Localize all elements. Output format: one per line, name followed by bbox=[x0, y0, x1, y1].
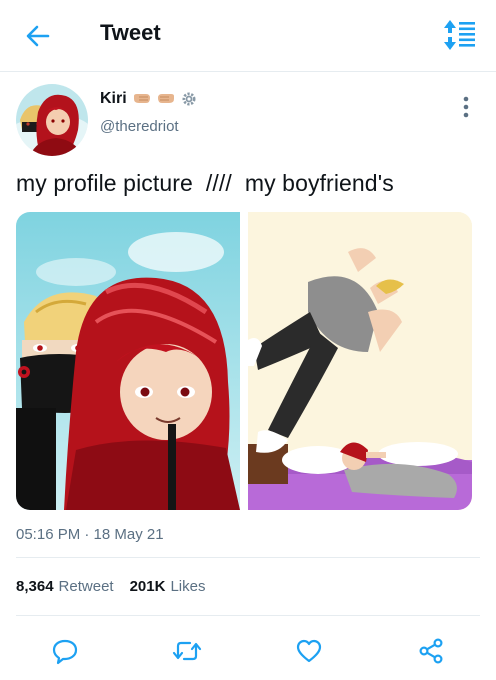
likes-label: Likes bbox=[170, 578, 206, 595]
share-button[interactable] bbox=[414, 634, 448, 668]
sort-icon bbox=[444, 20, 475, 50]
retweet-icon bbox=[172, 641, 202, 661]
avatar[interactable] bbox=[16, 84, 88, 156]
back-button[interactable] bbox=[22, 20, 54, 52]
gear-icon bbox=[182, 92, 196, 106]
reply-button[interactable] bbox=[48, 634, 82, 668]
fist-bump-emoji-icon bbox=[133, 94, 150, 103]
share-icon bbox=[419, 638, 443, 664]
media-image-left[interactable] bbox=[16, 212, 240, 510]
page-title: Tweet bbox=[100, 20, 161, 45]
retweets-count: 8,364 bbox=[16, 578, 54, 595]
comment-icon bbox=[52, 639, 78, 665]
like-button[interactable] bbox=[292, 634, 326, 668]
divider bbox=[16, 557, 480, 558]
retweets-label: Retweet bbox=[58, 578, 114, 595]
likes-stat[interactable]: 201K Likes bbox=[130, 578, 206, 595]
tweet-text: my profile picture //// my boyfriend's bbox=[16, 170, 394, 196]
arrow-left-icon bbox=[26, 25, 50, 47]
divider bbox=[16, 615, 480, 616]
likes-count: 201K bbox=[129, 578, 166, 595]
fist-bump-emoji-icon bbox=[157, 94, 174, 103]
display-name[interactable]: Kiri bbox=[100, 90, 127, 108]
top-bar: Tweet bbox=[0, 0, 496, 72]
engagement-stats: 8,364 Retweet 201K Likes bbox=[16, 578, 205, 595]
heart-icon bbox=[296, 639, 322, 663]
author-name-row: Kiri bbox=[100, 88, 197, 110]
retweets-stat[interactable]: 8,364 Retweet bbox=[16, 578, 114, 595]
author-handle[interactable]: @theredriot bbox=[100, 118, 179, 135]
retweet-button[interactable] bbox=[170, 634, 204, 668]
more-options-button[interactable] bbox=[456, 94, 476, 120]
sort-button[interactable] bbox=[440, 17, 480, 53]
tweet-timestamp[interactable]: 05:16 PM · 18 May 21 bbox=[16, 526, 164, 543]
media-image-right[interactable] bbox=[248, 212, 472, 510]
more-vertical-icon bbox=[463, 96, 469, 118]
